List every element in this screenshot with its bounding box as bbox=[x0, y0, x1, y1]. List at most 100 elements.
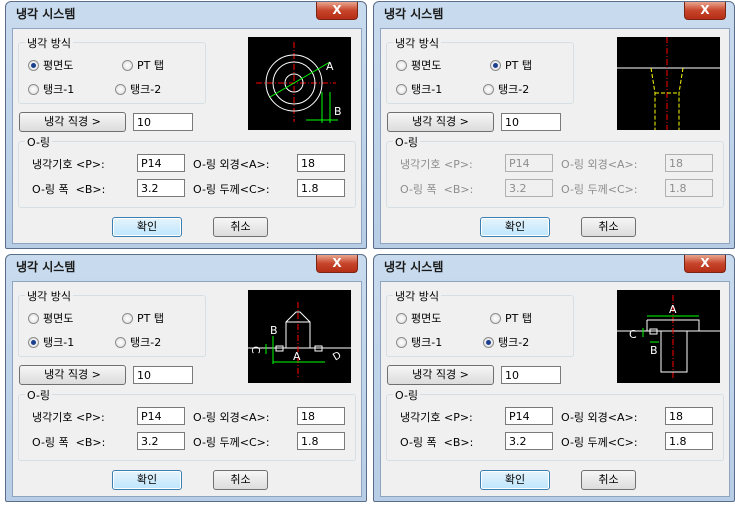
cooling-diameter-field[interactable]: 10 bbox=[133, 366, 193, 384]
radio-plan[interactable]: 평면도 bbox=[28, 58, 73, 72]
radio-pt-tap[interactable]: PT 탭 bbox=[122, 311, 164, 325]
dialog-title: 냉각 시스템 bbox=[16, 260, 76, 274]
dialog-title: 냉각 시스템 bbox=[384, 7, 444, 21]
label-d: D bbox=[331, 350, 343, 364]
radio-pt-tap[interactable]: PT 탭 bbox=[490, 311, 532, 325]
width-label: O-링 폭 <B>: bbox=[32, 183, 106, 196]
dialog-title: 냉각 시스템 bbox=[384, 260, 444, 274]
radio-tank-2-label: 탱크-2 bbox=[130, 83, 162, 96]
radio-pt-tap[interactable]: PT 탭 bbox=[490, 58, 532, 72]
radio-dot[interactable] bbox=[396, 336, 407, 348]
radio-tank-1[interactable]: 탱크-1 bbox=[28, 335, 74, 349]
outer-diameter-label: O-링 외경<A>: bbox=[193, 158, 270, 171]
radio-dot[interactable] bbox=[122, 59, 133, 71]
radio-tank-2[interactable]: 탱크-2 bbox=[115, 82, 161, 96]
oring-group-title: O-링 bbox=[25, 387, 53, 403]
cooling-system-dialog: 냉각 시스템 X 냉각 방식 평면도 PT 탭 탱크-1 bbox=[5, 254, 367, 502]
thickness-field[interactable]: 1.8 bbox=[297, 179, 345, 197]
close-button[interactable]: X bbox=[316, 2, 358, 20]
cooling-diameter-button[interactable]: 냉각 직경 > bbox=[19, 112, 126, 132]
cooling-method-group: 냉각 방식 평면도 PT 탭 탱크-1 탱크-2 bbox=[386, 35, 574, 104]
radio-dot[interactable] bbox=[122, 312, 133, 324]
thickness-field[interactable]: 1.8 bbox=[297, 432, 345, 450]
radio-plan[interactable]: 평면도 bbox=[396, 58, 441, 72]
cancel-button[interactable]: 취소 bbox=[581, 217, 636, 237]
oring-group: O-링 냉각기호 <P>: P14 O-링 외경<A>: 18 O-링 폭 <B… bbox=[18, 387, 356, 461]
radio-dot[interactable] bbox=[28, 336, 39, 348]
tap-left-edge bbox=[650, 67, 656, 130]
radio-dot[interactable] bbox=[115, 336, 126, 348]
label-c: C bbox=[629, 328, 637, 341]
radio-tank-1[interactable]: 탱크-1 bbox=[396, 82, 442, 96]
dialog-client: 냉각 방식 평면도 PT 탭 탱크-1 탱크-2 bbox=[380, 281, 730, 497]
width-field[interactable]: 3.2 bbox=[505, 432, 553, 450]
cooling-diameter-field[interactable]: 10 bbox=[501, 366, 561, 384]
symbol-field[interactable]: P14 bbox=[137, 154, 185, 172]
ok-button[interactable]: 확인 bbox=[112, 217, 182, 237]
cooling-preview: A C B bbox=[617, 290, 720, 383]
radio-tank-1[interactable]: 탱크-1 bbox=[396, 335, 442, 349]
close-button[interactable]: X bbox=[684, 255, 726, 273]
symbol-label: 냉각기호 <P>: bbox=[32, 158, 105, 171]
radio-plan-label: 평면도 bbox=[411, 59, 442, 72]
width-field[interactable]: 3.2 bbox=[137, 179, 185, 197]
dialog-client: 냉각 방식 평면도 PT 탭 탱크-1 탱크-2 bbox=[380, 28, 730, 244]
dialog-client: 냉각 방식 평면도 PT 탭 탱크-1 탱크-2 bbox=[12, 28, 362, 244]
radio-plan-label: 평면도 bbox=[43, 59, 74, 72]
ok-button[interactable]: 확인 bbox=[480, 217, 550, 237]
close-button[interactable]: X bbox=[684, 2, 726, 20]
outer-diameter-field[interactable]: 18 bbox=[297, 407, 345, 425]
outer-diameter-field[interactable]: 18 bbox=[665, 407, 713, 425]
cooling-system-dialog: 냉각 시스템 X 냉각 방식 평면도 PT 탭 탱크-1 bbox=[373, 1, 735, 249]
radio-dot[interactable] bbox=[490, 59, 501, 71]
radio-dot[interactable] bbox=[28, 83, 39, 95]
thickness-field[interactable]: 1.8 bbox=[665, 432, 713, 450]
outer-diameter-label: O-링 외경<A>: bbox=[561, 411, 638, 424]
radio-dot[interactable] bbox=[28, 59, 39, 71]
radio-tank-1[interactable]: 탱크-1 bbox=[28, 82, 74, 96]
width-field[interactable]: 3.2 bbox=[137, 432, 185, 450]
radio-dot[interactable] bbox=[483, 336, 494, 348]
cooling-diameter-button[interactable]: 냉각 직경 > bbox=[19, 365, 126, 385]
width-label: O-링 폭 <B>: bbox=[400, 183, 474, 196]
radio-dot[interactable] bbox=[396, 83, 407, 95]
cooling-method-group-title: 냉각 방식 bbox=[25, 288, 73, 304]
radio-plan[interactable]: 평면도 bbox=[28, 311, 73, 325]
outer-diameter-field: 18 bbox=[665, 154, 713, 172]
label-a: A bbox=[669, 303, 677, 316]
cooling-method-group-title: 냉각 방식 bbox=[25, 35, 73, 51]
cooling-method-group-title: 냉각 방식 bbox=[393, 288, 441, 304]
outer-diameter-field[interactable]: 18 bbox=[297, 154, 345, 172]
cancel-button[interactable]: 취소 bbox=[213, 470, 268, 490]
outer-diameter-label: O-링 외경<A>: bbox=[561, 158, 638, 171]
ok-button[interactable]: 확인 bbox=[480, 470, 550, 490]
radio-tank-2[interactable]: 탱크-2 bbox=[483, 335, 529, 349]
radio-dot[interactable] bbox=[115, 83, 126, 95]
radio-dot[interactable] bbox=[28, 312, 39, 324]
close-button[interactable]: X bbox=[316, 255, 358, 273]
radio-dot[interactable] bbox=[490, 312, 501, 324]
radio-dot[interactable] bbox=[483, 83, 494, 95]
cancel-button[interactable]: 취소 bbox=[213, 217, 268, 237]
cooling-diameter-field[interactable]: 10 bbox=[501, 113, 561, 131]
cooling-diameter-button[interactable]: 냉각 직경 > bbox=[387, 112, 494, 132]
radio-pt-tap[interactable]: PT 탭 bbox=[122, 58, 164, 72]
radio-plan[interactable]: 평면도 bbox=[396, 311, 441, 325]
thickness-label: O-링 두께<C>: bbox=[561, 183, 638, 196]
radio-tank-2[interactable]: 탱크-2 bbox=[483, 82, 529, 96]
radio-pt-tap-label: PT 탭 bbox=[137, 59, 164, 72]
outer-diameter-label: O-링 외경<A>: bbox=[193, 411, 270, 424]
symbol-field[interactable]: P14 bbox=[505, 407, 553, 425]
dialog-client: 냉각 방식 평면도 PT 탭 탱크-1 탱크-2 bbox=[12, 281, 362, 497]
cooling-preview bbox=[617, 37, 720, 130]
ok-button[interactable]: 확인 bbox=[112, 470, 182, 490]
cooling-preview: B C A D bbox=[248, 290, 351, 383]
symbol-field[interactable]: P14 bbox=[137, 407, 185, 425]
radio-dot[interactable] bbox=[396, 312, 407, 324]
cooling-diameter-button[interactable]: 냉각 직경 > bbox=[387, 365, 494, 385]
cooling-diameter-field[interactable]: 10 bbox=[133, 113, 193, 131]
tank-1-diagram: B C A D bbox=[248, 302, 351, 378]
radio-dot[interactable] bbox=[396, 59, 407, 71]
cancel-button[interactable]: 취소 bbox=[581, 470, 636, 490]
radio-tank-2[interactable]: 탱크-2 bbox=[115, 335, 161, 349]
